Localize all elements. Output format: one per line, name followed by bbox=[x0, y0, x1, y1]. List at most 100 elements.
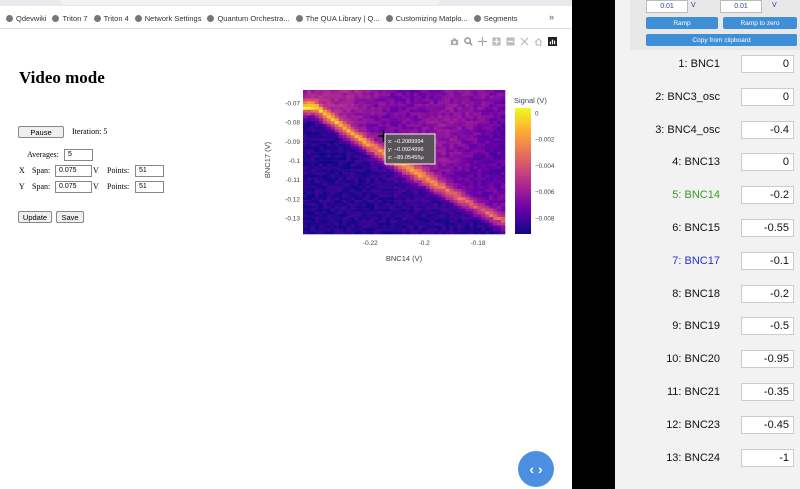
channel-label: 6: BNC15 bbox=[672, 222, 720, 234]
channel-voltage-input[interactable]: -0.95 bbox=[741, 350, 794, 369]
step-input-1[interactable]: 0.01 bbox=[646, 0, 688, 13]
zoom-in-icon[interactable] bbox=[492, 37, 501, 46]
bookmark-item[interactable]: Triton 7 bbox=[52, 13, 88, 23]
panel-controls: 0.01 V 0.01 V Ramp Ramp to zero Copy fro… bbox=[630, 0, 800, 50]
camera-icon[interactable] bbox=[450, 37, 459, 46]
voltage-row: 10: BNC20-0.95V bbox=[630, 350, 800, 372]
address-bar-strip bbox=[0, 0, 572, 6]
voltage-row: 4: BNC130V bbox=[630, 153, 800, 175]
autoscale-icon[interactable] bbox=[520, 37, 529, 46]
step-unit-2: V bbox=[772, 2, 777, 9]
bookmark-item[interactable]: Customizing Matplo... bbox=[385, 14, 468, 23]
bookmark-favicon-icon bbox=[52, 14, 60, 22]
channel-voltage-input[interactable]: -0.5 bbox=[741, 317, 794, 336]
y-tick-label: -0.11 bbox=[286, 177, 301, 184]
plot-modebar bbox=[450, 37, 557, 46]
zoom-out-icon[interactable] bbox=[506, 37, 515, 46]
save-button[interactable]: Save bbox=[56, 211, 84, 223]
bookmark-item[interactable]: Quantum Orchestra... bbox=[207, 13, 290, 23]
bookmark-favicon-icon bbox=[385, 14, 393, 22]
y-span-unit: V bbox=[93, 182, 99, 191]
channel-label: 12: BNC23 bbox=[666, 418, 720, 431]
bookmark-item[interactable]: Qdevwiki bbox=[6, 14, 46, 23]
pan-icon[interactable] bbox=[478, 37, 487, 46]
y-axis-label: Y bbox=[19, 182, 25, 191]
averages-input[interactable]: 5 bbox=[64, 149, 93, 161]
channel-voltage-input[interactable]: -0.2 bbox=[741, 284, 794, 303]
channel-label: 1: BNC1 bbox=[678, 58, 720, 70]
hover-z: z: −89.05455μ bbox=[388, 155, 424, 161]
y-span-input[interactable]: 0.075 bbox=[55, 181, 92, 193]
bookmark-favicon-icon bbox=[295, 14, 303, 22]
update-button[interactable]: Update bbox=[18, 211, 52, 223]
channel-voltage-input[interactable]: -0.45 bbox=[741, 415, 794, 434]
iteration-label: Iteration: 5 bbox=[72, 127, 108, 136]
y-span-label: Span: bbox=[32, 182, 51, 191]
x-points-input[interactable]: 51 bbox=[135, 165, 164, 177]
bookmark-label: The QUA Library | Q... bbox=[305, 13, 380, 23]
pause-button[interactable]: Pause bbox=[18, 126, 64, 138]
colorbar-tick-label: −0.006 bbox=[535, 189, 555, 196]
bookmark-item[interactable]: Triton 4 bbox=[93, 14, 129, 23]
zoom-icon[interactable] bbox=[464, 37, 473, 46]
channel-voltage-input[interactable]: -0.2 bbox=[741, 186, 794, 205]
heatmap-plot[interactable]: -0.22 -0.2 -0.18 -0.07-0.08-0.09-0.1-0.11-… bbox=[258, 80, 558, 270]
bookmark-favicon-icon bbox=[134, 14, 142, 22]
colorbar-title: Signal (V) bbox=[514, 96, 547, 105]
voltage-row: 5: BNC14-0.2V bbox=[630, 186, 800, 208]
channel-voltage-input[interactable]: -0.35 bbox=[741, 383, 794, 401]
reset-axes-icon[interactable] bbox=[534, 37, 543, 46]
plotly-logo-icon[interactable] bbox=[548, 37, 557, 46]
y-points-input[interactable]: 51 bbox=[135, 181, 164, 193]
x-tick-label: -0.2 bbox=[419, 240, 431, 247]
voltage-row: 2: BNC3_osc0V bbox=[630, 87, 800, 110]
bookmark-label: Network Settings bbox=[144, 13, 202, 23]
voltage-row: 7: BNC17-0.1V bbox=[630, 251, 800, 274]
channel-label: 10: BNC20 bbox=[666, 353, 720, 366]
colorbar-tick-label: 0 bbox=[535, 110, 539, 117]
channel-voltage-input[interactable]: -0.1 bbox=[741, 251, 794, 270]
voltage-row: 6: BNC15-0.55V bbox=[630, 219, 800, 241]
bookmark-item[interactable]: Network Settings bbox=[134, 13, 202, 23]
channel-voltage-input[interactable]: 0 bbox=[741, 55, 794, 73]
voltage-row: 9: BNC19-0.5V bbox=[630, 317, 800, 339]
y-tick-label: -0.07 bbox=[285, 100, 300, 107]
code-icon[interactable]: ‹ › bbox=[518, 451, 554, 487]
bookmark-item[interactable]: Segments bbox=[473, 14, 518, 23]
screen-divider bbox=[572, 0, 615, 489]
y-tick-label: -0.1 bbox=[289, 158, 301, 165]
bookmark-label: Triton 7 bbox=[62, 13, 88, 23]
channel-label: 3: BNC4_osc bbox=[655, 123, 720, 136]
y-tick-label: -0.09 bbox=[285, 139, 300, 146]
colorbar-tick-label: −0.008 bbox=[535, 215, 555, 222]
hover-tooltip: x: −0.2089994 y: −0.0924996 z: −89.05455… bbox=[384, 133, 436, 165]
voltage-row: 3: BNC4_osc-0.4V bbox=[630, 120, 800, 143]
channel-label: 5: BNC14 bbox=[672, 189, 720, 202]
address-bar[interactable] bbox=[60, 0, 440, 5]
page-title: Video mode bbox=[19, 68, 105, 87]
ramp-button[interactable]: Ramp bbox=[646, 17, 718, 29]
bookmark-favicon-icon bbox=[207, 14, 215, 22]
copy-from-clipboard-button[interactable]: Copy from clipboard bbox=[646, 34, 797, 46]
channel-voltage-input[interactable]: -0.55 bbox=[741, 219, 794, 237]
colorbar-tick-label: −0.004 bbox=[535, 163, 555, 170]
bookmarks-overflow-icon[interactable]: » bbox=[549, 12, 554, 22]
channel-label: 9: BNC19 bbox=[672, 320, 720, 333]
colorbar-tick-label: −0.002 bbox=[535, 137, 555, 144]
voltage-panel: 0.01 V 0.01 V Ramp Ramp to zero Copy fro… bbox=[615, 0, 800, 489]
step-unit-1: V bbox=[691, 2, 696, 9]
x-axis-title: BNC14 (V) bbox=[386, 254, 423, 263]
channel-voltage-input[interactable]: -1 bbox=[741, 448, 794, 467]
browser-window: Qdevwiki Triton 7 Triton 4 Network Settings… bbox=[0, 0, 572, 489]
x-span-input[interactable]: 0.075 bbox=[55, 165, 92, 177]
channel-voltage-input[interactable]: 0 bbox=[741, 87, 794, 106]
channel-voltage-input[interactable]: -0.4 bbox=[741, 120, 794, 139]
bookmark-label: Quantum Orchestra... bbox=[217, 13, 290, 23]
step-input-2[interactable]: 0.01 bbox=[720, 0, 762, 13]
bookmarks-bar: Qdevwiki Triton 7 Triton 4 Network Settings… bbox=[0, 8, 572, 29]
channel-label: 7: BNC17 bbox=[672, 254, 720, 267]
bookmark-item[interactable]: The QUA Library | Q... bbox=[295, 13, 380, 23]
ramp-to-zero-button[interactable]: Ramp to zero bbox=[723, 17, 797, 29]
x-tick-label: -0.18 bbox=[471, 240, 486, 247]
channel-voltage-input[interactable]: 0 bbox=[741, 153, 794, 172]
